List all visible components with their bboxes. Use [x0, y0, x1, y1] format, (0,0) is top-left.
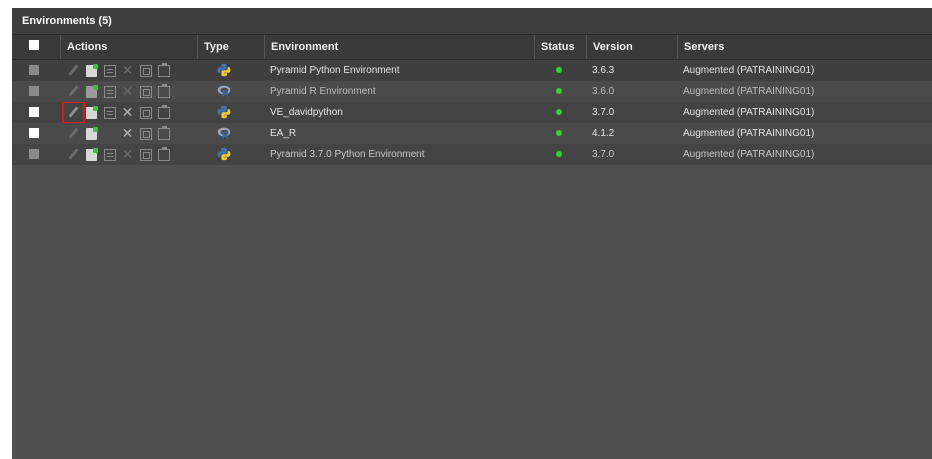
environment-name[interactable]: Pyramid 3.7.0 Python Environment	[264, 144, 534, 165]
servers-cell: Augmented (PATRAINING01)	[683, 128, 815, 139]
row-checkbox[interactable]	[29, 86, 39, 96]
delete-icon[interactable]: ✕	[120, 63, 135, 78]
copy-icon[interactable]	[139, 127, 152, 140]
version-cell: 3.7.0	[592, 149, 615, 160]
type-cell: R	[197, 123, 264, 144]
paste-icon[interactable]	[157, 146, 170, 161]
edit-icon[interactable]	[66, 126, 81, 141]
row-checkbox-cell	[12, 81, 60, 102]
environment-name[interactable]: Pyramid R Environment	[264, 81, 534, 102]
col-version[interactable]: Version	[586, 35, 677, 59]
copy-icon[interactable]	[139, 106, 152, 119]
environment-name[interactable]: Pyramid Python Environment	[264, 60, 534, 81]
paste-icon[interactable]	[157, 83, 170, 98]
paste-icon[interactable]	[157, 104, 170, 119]
manage-packages-icon[interactable]	[103, 148, 116, 161]
r-icon: R	[217, 85, 231, 99]
delete-icon[interactable]: ✕	[120, 126, 135, 141]
environment-name[interactable]: EA_R	[264, 123, 534, 144]
edit-icon[interactable]	[66, 63, 81, 78]
row-checkbox[interactable]	[29, 149, 39, 159]
svg-text:R: R	[222, 89, 229, 99]
status-cell	[534, 123, 586, 144]
status-cell	[534, 102, 586, 123]
servers-cell: Augmented (PATRAINING01)	[683, 65, 815, 76]
servers-cell: Augmented (PATRAINING01)	[683, 86, 815, 97]
servers-cell: Augmented (PATRAINING01)	[683, 107, 815, 118]
table-row[interactable]: ✕ VE_davidpython 3.7.0 Augmented (PATRAI…	[12, 102, 932, 123]
delete-icon[interactable]: ✕	[120, 147, 135, 162]
type-cell: R	[197, 81, 264, 102]
select-all-checkbox[interactable]	[29, 40, 39, 50]
servers-cell: Augmented (PATRAINING01)	[683, 149, 815, 160]
copy-icon[interactable]	[139, 64, 152, 77]
manage-packages-icon[interactable]	[103, 64, 116, 77]
version-cell: 3.6.3	[592, 65, 615, 76]
python-icon	[217, 106, 231, 119]
select-all-cell	[12, 35, 60, 59]
grid-header: Actions Type Environment Status Version …	[12, 34, 932, 60]
status-indicator	[556, 109, 562, 116]
actions-cell: ✕	[60, 123, 197, 144]
r-icon: R	[217, 127, 231, 141]
type-cell	[197, 144, 264, 165]
col-status[interactable]: Status	[534, 35, 586, 59]
row-checkbox[interactable]	[29, 128, 39, 138]
copy-icon[interactable]	[139, 148, 152, 161]
status-indicator	[556, 67, 562, 74]
new-document-icon[interactable]	[86, 147, 98, 161]
edit-icon[interactable]	[66, 147, 81, 162]
table-row[interactable]: ✕ Pyramid Python Environment 3.6.3 Augme…	[12, 60, 932, 81]
table-row[interactable]: ✕ Pyramid 3.7.0 Python Environment 3.7.0…	[12, 144, 932, 165]
manage-packages-icon-disabled	[102, 126, 117, 141]
actions-cell: ✕	[60, 81, 197, 102]
python-icon	[217, 148, 231, 161]
version-cell: 3.7.0	[592, 107, 615, 118]
row-checkbox-cell	[12, 144, 60, 165]
new-document-icon[interactable]	[86, 84, 98, 98]
col-type[interactable]: Type	[197, 35, 264, 59]
row-checkbox[interactable]	[29, 107, 39, 117]
new-document-icon[interactable]	[86, 63, 98, 77]
version-cell: 4.1.2	[592, 128, 615, 139]
environments-panel: Environments (5) Actions Type Environmen…	[12, 8, 932, 459]
status-cell	[534, 81, 586, 102]
status-indicator	[556, 130, 562, 137]
actions-cell: ✕	[60, 102, 197, 123]
status-cell	[534, 60, 586, 81]
actions-cell: ✕	[60, 60, 197, 81]
status-indicator	[556, 88, 562, 95]
delete-icon[interactable]: ✕	[120, 84, 135, 99]
row-checkbox-cell	[12, 102, 60, 123]
panel-title: Environments (5)	[12, 8, 932, 34]
new-document-icon[interactable]	[86, 105, 98, 119]
type-cell	[197, 102, 264, 123]
row-checkbox-cell	[12, 60, 60, 81]
col-environment[interactable]: Environment	[264, 35, 534, 59]
delete-icon[interactable]: ✕	[120, 105, 135, 120]
edit-icon[interactable]	[62, 102, 85, 123]
copy-icon[interactable]	[139, 85, 152, 98]
col-actions[interactable]: Actions	[60, 35, 197, 59]
new-document-icon[interactable]	[86, 126, 98, 140]
status-cell	[534, 144, 586, 165]
actions-cell: ✕	[60, 144, 197, 165]
manage-packages-icon[interactable]	[103, 106, 116, 119]
paste-icon[interactable]	[157, 125, 170, 140]
row-checkbox-cell	[12, 123, 60, 144]
edit-icon[interactable]	[66, 84, 81, 99]
type-cell	[197, 60, 264, 81]
environment-name[interactable]: VE_davidpython	[264, 102, 534, 123]
status-indicator	[556, 151, 562, 158]
table-row[interactable]: ✕ R EA_R 4.1.2 Augmented (PATRAINING01)	[12, 123, 932, 144]
row-checkbox[interactable]	[29, 65, 39, 75]
manage-packages-icon[interactable]	[103, 85, 116, 98]
paste-icon[interactable]	[157, 62, 170, 77]
table-row[interactable]: ✕ R Pyramid R Environment 3.6.0 Augmente…	[12, 81, 932, 102]
col-servers[interactable]: Servers	[677, 35, 932, 59]
version-cell: 3.6.0	[592, 86, 615, 97]
svg-text:R: R	[222, 131, 229, 141]
python-icon	[217, 64, 231, 77]
